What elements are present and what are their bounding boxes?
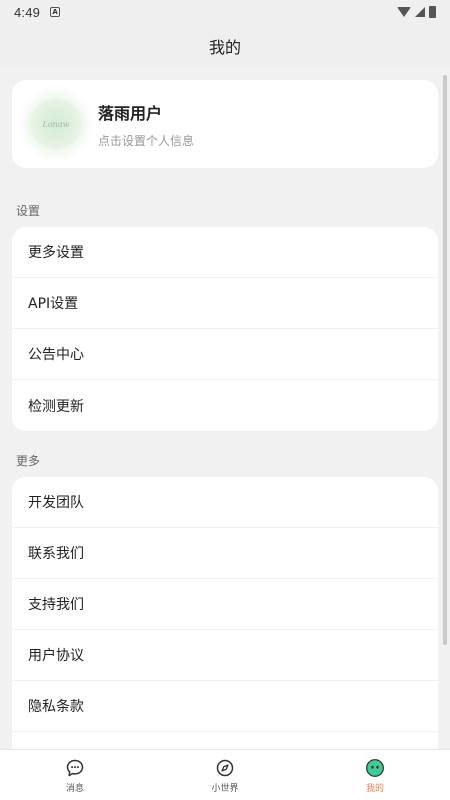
settings-item-announcements[interactable]: 公告中心 — [12, 329, 438, 380]
wifi-icon — [397, 7, 411, 17]
notification-icon: A — [50, 7, 61, 17]
profile-info: 落雨用户 点击设置个人信息 — [98, 100, 194, 149]
tab-mine-label: 我的 — [365, 784, 384, 794]
tab-messages[interactable]: 消息 — [0, 750, 150, 800]
profile-card[interactable]: Lonaw 落雨用户 点击设置个人信息 — [12, 80, 438, 168]
more-item-hidden[interactable] — [12, 732, 438, 749]
more-item-dev-team[interactable]: 开发团队 — [12, 477, 438, 528]
battery-icon — [429, 6, 436, 18]
more-group: 开发团队 联系我们 支持我们 用户协议 隐私条款 — [12, 477, 438, 749]
tab-mine[interactable]: 我的 — [300, 750, 450, 800]
settings-item-api-settings[interactable]: API设置 — [12, 278, 438, 329]
settings-section-title: 设置 — [16, 204, 41, 218]
tab-world-label: 小世界 — [211, 784, 239, 794]
more-item-support-us[interactable]: 支持我们 — [12, 579, 438, 630]
profile-name: 落雨用户 — [98, 103, 163, 123]
bottom-tab-bar: 消息 小世界 我的 — [0, 749, 450, 800]
settings-item-check-update[interactable]: 检测更新 — [12, 380, 438, 431]
more-item-contact-us[interactable]: 联系我们 — [12, 528, 438, 579]
more-section-title: 更多 — [16, 454, 41, 468]
compass-icon — [216, 759, 234, 777]
profile-subtitle: 点击设置个人信息 — [98, 133, 195, 148]
avatar-signature: Lonaw — [42, 119, 70, 129]
status-icons — [397, 6, 436, 18]
more-item-user-agreement[interactable]: 用户协议 — [12, 630, 438, 681]
status-bar: 4:49 A — [0, 0, 450, 24]
page-title: 我的 — [208, 38, 241, 57]
more-item-privacy[interactable]: 隐私条款 — [12, 681, 438, 732]
signal-icon — [415, 7, 425, 17]
settings-item-more-settings[interactable]: 更多设置 — [12, 227, 438, 278]
smiley-icon — [366, 759, 384, 777]
page-title-bar: 我的 — [0, 24, 450, 68]
status-time: 4:49 — [14, 4, 41, 20]
settings-group: 更多设置 API设置 公告中心 检测更新 — [12, 227, 438, 431]
scrollbar[interactable] — [443, 75, 447, 645]
avatar[interactable]: Lonaw — [30, 98, 82, 150]
main-content[interactable]: Lonaw 落雨用户 点击设置个人信息 设置 更多设置 API设置 公告中心 检… — [0, 68, 450, 749]
tab-messages-label: 消息 — [65, 784, 84, 794]
chat-bubble-icon — [66, 759, 84, 777]
tab-world[interactable]: 小世界 — [150, 750, 300, 800]
